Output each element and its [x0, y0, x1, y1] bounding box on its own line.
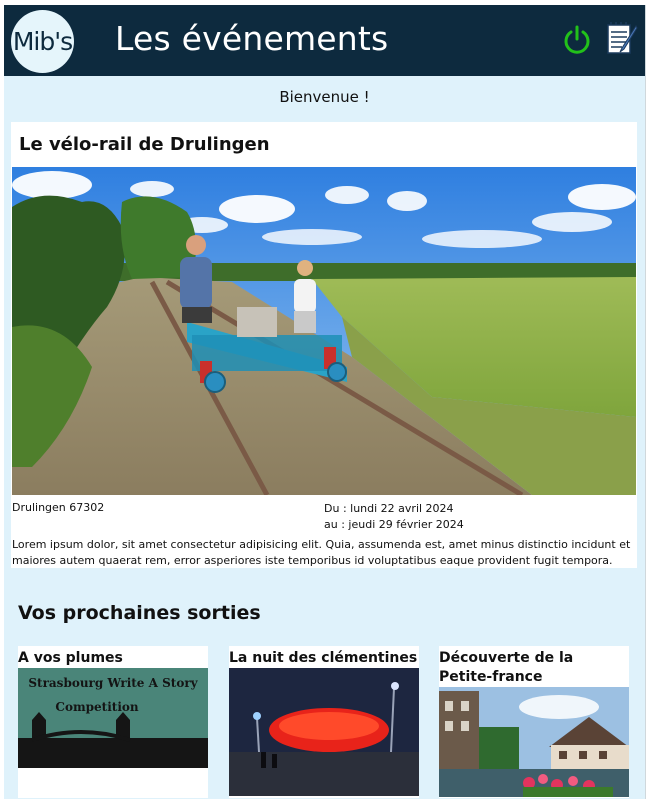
outing-image-caption-1: Strasbourg Write A Story	[28, 676, 198, 690]
event-photo	[12, 167, 636, 495]
outing-title: Découverte de la Petite-france	[439, 650, 574, 685]
outing-image	[439, 687, 629, 797]
outing-image-caption-2: Competition	[55, 700, 138, 714]
outing-card[interactable]: Découverte de la Petite-france	[439, 646, 629, 798]
upcoming-section-title: Vos prochaines sorties	[18, 602, 261, 624]
outing-card[interactable]: La nuit des clémentines	[229, 646, 419, 798]
featured-event-card: Le vélo-rail de Drulingen Drulingen 6730…	[11, 122, 637, 568]
event-dates: Du : lundi 22 avril 2024 au : jeudi 29 f…	[324, 501, 464, 533]
event-date-from: Du : lundi 22 avril 2024	[324, 502, 454, 515]
event-description: Lorem ipsum dolor, sit amet consectetur …	[12, 538, 631, 567]
logo[interactable]: Mib's	[11, 10, 74, 73]
app-frame: Mib's Les événements Bienvenue ! Le vélo…	[4, 5, 646, 799]
outing-title: La nuit des clémentines	[229, 650, 418, 666]
event-date-to: au : jeudi 29 février 2024	[324, 518, 464, 531]
outing-image	[229, 668, 419, 796]
header-bar: Mib's Les événements	[4, 5, 645, 76]
page-title: Les événements	[115, 19, 389, 58]
event-title: Le vélo-rail de Drulingen	[19, 134, 270, 155]
event-location: Drulingen 67302	[12, 501, 105, 514]
outing-title: A vos plumes	[18, 650, 123, 666]
logo-text: Mib's	[12, 27, 73, 56]
welcome-message: Bienvenue !	[279, 88, 370, 106]
notepad-icon[interactable]	[606, 21, 638, 55]
outing-card[interactable]: A vos plumes Strasbourg Write A Story Co…	[18, 646, 208, 798]
power-icon[interactable]	[562, 25, 592, 55]
outing-image: Strasbourg Write A Story Competition	[18, 668, 208, 768]
